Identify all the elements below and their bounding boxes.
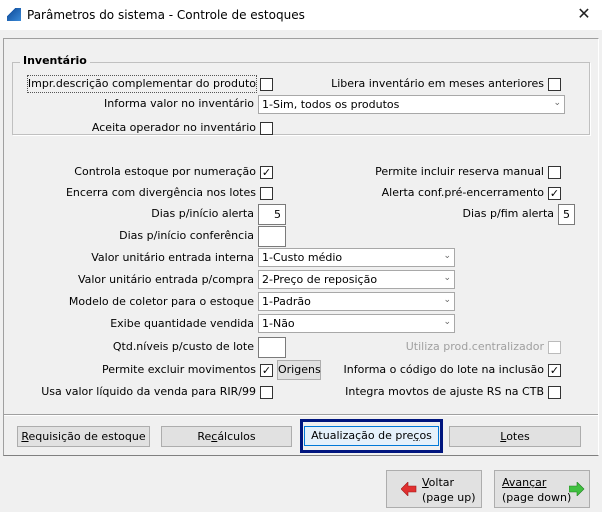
qtd-niveis-label: Qtd.níveis p/custo de lote	[112, 340, 254, 353]
utiliza-prod-checkbox[interactable]	[548, 341, 561, 354]
arrow-left-icon	[401, 482, 417, 496]
chevron-down-icon: ⌄	[443, 295, 451, 305]
window-title: Parâmetros do sistema - Controle de esto…	[27, 8, 305, 22]
lotes-button[interactable]: Lotes	[449, 426, 581, 447]
label-part: equisição de estoque	[28, 430, 146, 443]
mnemonic: R	[21, 430, 29, 443]
informa-valor-select[interactable]: 1-Sim, todos os produtos ⌄	[258, 95, 565, 114]
selected-value: 1-Custo médio	[262, 251, 343, 264]
label-part: álculos	[217, 430, 256, 443]
selected-value: 1-Sim, todos os produtos	[262, 98, 400, 111]
usa-valor-liquido-checkbox[interactable]	[260, 386, 273, 399]
label-part: Atualização de pre	[311, 429, 414, 442]
dias-inicio-alerta-label: Dias p/início alerta	[151, 207, 254, 220]
permite-reserva-label: Permite incluir reserva manual	[375, 165, 544, 178]
label-part: Re	[197, 430, 212, 443]
voltar-button[interactable]: Voltar (page up)	[386, 470, 482, 508]
encerra-divergencia-checkbox[interactable]	[260, 187, 273, 200]
valor-entrada-interna-label: Valor unitário entrada interna	[91, 251, 254, 264]
mnemonic: V	[422, 476, 429, 489]
libera-checkbox[interactable]	[548, 78, 561, 91]
utiliza-prod-label: Utiliza prod.centralizador	[405, 340, 544, 353]
avancar-label: Avançar (page down)	[502, 475, 571, 505]
valor-entrada-compra-label: Valor unitário entrada p/compra	[77, 273, 254, 286]
chevron-down-icon: ⌄	[443, 251, 451, 261]
libera-label: Libera inventário em meses anteriores	[331, 77, 544, 90]
label-part: otes	[506, 430, 530, 443]
valor-entrada-interna-select[interactable]: 1-Custo médio ⌄	[258, 248, 455, 267]
app-icon	[7, 8, 21, 21]
label-part: os	[419, 429, 432, 442]
integra-movtos-checkbox[interactable]	[548, 386, 561, 399]
permite-reserva-checkbox[interactable]	[548, 166, 561, 179]
requisicao-button[interactable]: Requisição de estoque	[17, 426, 150, 447]
close-icon[interactable]: ✕	[574, 4, 594, 24]
valor-entrada-compra-select[interactable]: 2-Preço de reposição ⌄	[258, 270, 455, 289]
dias-inicio-conf-input[interactable]	[258, 226, 286, 247]
dias-fim-alerta-input[interactable]: 5	[558, 204, 575, 225]
selected-value: 2-Preço de reposição	[262, 273, 378, 286]
encerra-divergencia-label: Encerra com divergência nos lotes	[65, 186, 256, 199]
permite-excluir-label: Permite excluir movimentos	[102, 363, 256, 376]
chevron-down-icon: ⌄	[443, 317, 451, 327]
dias-inicio-conf-label: Dias p/início conferência	[119, 229, 254, 242]
qtd-niveis-input[interactable]	[258, 337, 286, 358]
mnemonic: A	[502, 476, 509, 489]
voltar-label: Voltar (page up)	[422, 475, 476, 505]
integra-movtos-label: Integra movtos de ajuste RS na CTB	[345, 385, 544, 398]
group-legend: Inventário	[20, 54, 90, 67]
shortcut-hint: (page up)	[422, 491, 476, 504]
recalculos-button[interactable]: Recálculos	[161, 426, 292, 447]
aceita-operador-label: Aceita operador no inventário	[91, 121, 256, 134]
shortcut-hint: (page down)	[502, 491, 572, 504]
button-face: Atualização de preços	[304, 426, 439, 446]
permite-excluir-checkbox[interactable]: ✓	[260, 364, 273, 377]
usa-valor-liquido-label: Usa valor líquido da venda para RIR/99	[41, 385, 256, 398]
controla-numeracao-label: Controla estoque por numeração	[74, 165, 256, 178]
label-part: oltar	[428, 476, 455, 489]
modelo-coletor-label: Modelo de coletor para o estoque	[68, 295, 254, 308]
label-part: vançar	[508, 476, 547, 489]
arrow-right-icon	[569, 482, 585, 496]
separator	[4, 414, 598, 416]
exibe-qtd-label: Exibe quantidade vendida	[110, 317, 254, 330]
selected-value: 1-Padrão	[262, 295, 311, 308]
controla-numeracao-checkbox[interactable]: ✓	[260, 166, 273, 179]
atualizacao-precos-button[interactable]: Atualização de preços	[300, 419, 443, 453]
informa-codigo-lote-checkbox[interactable]: ✓	[548, 364, 561, 377]
aceita-operador-checkbox[interactable]	[260, 122, 273, 135]
impr-desc-label: Impr.descrição complementar do produto	[26, 75, 258, 93]
exibe-qtd-select[interactable]: 1-Não ⌄	[258, 314, 455, 333]
dias-inicio-alerta-input[interactable]: 5	[258, 204, 286, 225]
selected-value: 1-Não	[262, 317, 295, 330]
informa-codigo-lote-label: Informa o código do lote na inclusão	[343, 363, 544, 376]
modelo-coletor-select[interactable]: 1-Padrão ⌄	[258, 292, 455, 311]
title-bar: Parâmetros do sistema - Controle de esto…	[0, 0, 602, 30]
alerta-conf-checkbox[interactable]: ✓	[548, 187, 561, 200]
informa-valor-label: Informa valor no inventário	[104, 97, 254, 110]
chevron-down-icon: ⌄	[443, 273, 451, 283]
avancar-button[interactable]: Avançar (page down)	[494, 470, 590, 508]
chevron-down-icon: ⌄	[553, 98, 561, 108]
dias-fim-alerta-label: Dias p/fim alerta	[462, 207, 554, 220]
origens-button[interactable]: Origens	[277, 360, 321, 380]
alerta-conf-label: Alerta conf.pré-encerramento	[381, 186, 544, 199]
impr-desc-checkbox[interactable]	[260, 78, 273, 91]
